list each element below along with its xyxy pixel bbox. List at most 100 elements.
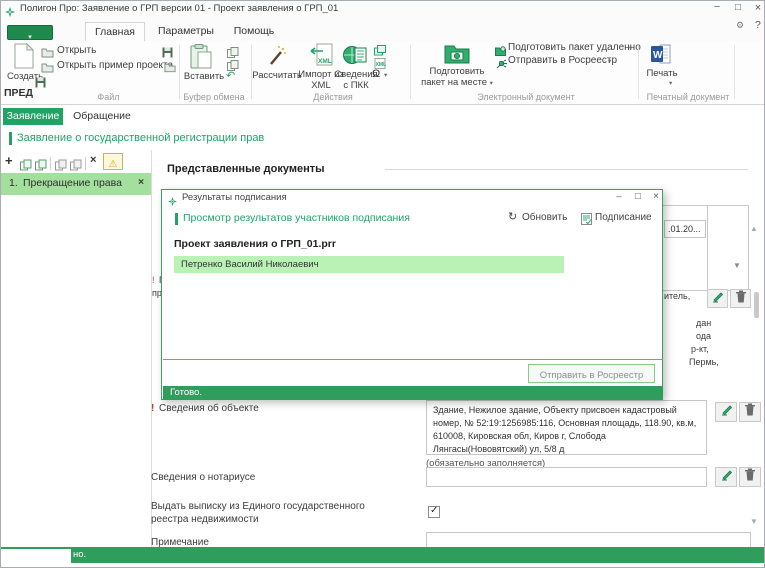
- ribbon: Создать ПРЕД Открыть Открыть пример прое…: [1, 41, 765, 105]
- form-scroll-down-icon[interactable]: ▼: [750, 518, 758, 526]
- app-menu-button[interactable]: ▾: [7, 25, 53, 40]
- ribbon-tab-params[interactable]: Параметры: [153, 22, 219, 41]
- notary-clear-button[interactable]: [739, 467, 761, 487]
- participant-name: Петренко Василий Николаевич: [181, 259, 319, 270]
- omega-button[interactable]: Ω ▾: [370, 68, 394, 82]
- maximize-button[interactable]: □: [730, 2, 746, 13]
- prepare-package-remote-label: Подготовить пакет удаленно: [508, 42, 641, 53]
- refresh-icon: ↻: [508, 210, 517, 223]
- group-separator: [734, 45, 735, 99]
- group-separator: [410, 45, 411, 99]
- send-rosreestr-button[interactable]: Отправить в Росреестр ▾: [495, 55, 641, 67]
- form-header-divider: [385, 169, 748, 170]
- table-cell-date[interactable]: .01.20...: [664, 220, 706, 238]
- window-title: Полигон Про: Заявление о ГРП версии 01 -…: [20, 3, 338, 14]
- clipped-text-fragment: Пермь,: [689, 357, 719, 367]
- send-rosreestr-label: Отправить в Росреестр: [508, 55, 617, 66]
- svg-text:W: W: [653, 50, 663, 61]
- prepare-package-remote-button[interactable]: Подготовить пакет удаленно ▾: [495, 42, 641, 54]
- dialog-send-rosreestr-button[interactable]: Отправить в Росреестр: [528, 364, 655, 383]
- dialog-heading: Просмотр результатов участников подписан…: [183, 212, 410, 224]
- dialog-close-button[interactable]: ×: [649, 191, 663, 202]
- close-button[interactable]: ×: [750, 2, 765, 14]
- open-example-label: Открыть пример проекта: [57, 60, 173, 71]
- group-separator: [179, 45, 180, 99]
- object-edit-button[interactable]: [715, 402, 737, 422]
- notary-field-input[interactable]: [426, 467, 707, 487]
- calculate-button-label: Рассчитать: [251, 71, 303, 82]
- minimize-button[interactable]: –: [709, 1, 725, 12]
- form-section-header: Представленные документы: [167, 163, 325, 175]
- tab-statement[interactable]: Заявление: [3, 108, 63, 125]
- globe-document-icon: [343, 44, 367, 71]
- clipboard-group-label: Буфер обмена: [181, 92, 247, 102]
- object-clear-button[interactable]: [739, 402, 761, 422]
- clipped-text-fragment: ода: [696, 331, 711, 341]
- ribbon-tab-main[interactable]: Главная: [85, 22, 145, 41]
- extract-checkbox[interactable]: ✓: [428, 506, 440, 518]
- trash-icon: [735, 290, 747, 308]
- trash-icon: [744, 403, 756, 421]
- participant-row[interactable]: Петренко Василий Николаевич: [174, 256, 564, 273]
- file-group-label: Файл: [41, 92, 176, 102]
- open-example-icon2[interactable]: [164, 60, 176, 78]
- required-mark: !: [151, 403, 154, 414]
- open-button[interactable]: Открыть: [39, 45, 179, 57]
- dialog-minimize-button[interactable]: –: [612, 191, 626, 202]
- tree-item-number: 1.: [9, 177, 18, 189]
- delete-item-icon[interactable]: ×: [90, 154, 96, 166]
- table-scroll-down-icon[interactable]: ▼: [733, 262, 741, 270]
- notary-edit-button[interactable]: [715, 467, 737, 487]
- chevron-down-icon: ▾: [669, 79, 672, 87]
- tree-item-selected[interactable]: 1. Прекращение права ×: [1, 173, 151, 195]
- object-field-input[interactable]: Здание, Нежилое здание, Объекту присвоен…: [426, 400, 707, 455]
- help-icon[interactable]: ?: [755, 19, 761, 31]
- actions-group-label: Действия: [259, 92, 407, 102]
- clear-field-button[interactable]: [730, 289, 751, 308]
- dialog-footer-divider: [163, 359, 663, 360]
- warnings-toggle-button[interactable]: ⚠: [103, 153, 123, 170]
- prepare-package-local-text: Подготовить пакет на месте: [421, 66, 487, 88]
- new-document-icon: [14, 43, 34, 74]
- dialog-heading-bar: [175, 213, 178, 225]
- edit-field-button[interactable]: [707, 289, 728, 308]
- plug-icon: [496, 56, 507, 74]
- status-bar: [1, 547, 765, 563]
- tree-item-label: Прекращение права: [23, 177, 122, 189]
- status-bar-text: но.: [73, 549, 86, 560]
- xml-import-icon: XML: [309, 43, 333, 72]
- open-example-button[interactable]: Открыть пример проекта: [39, 60, 179, 72]
- ribbon-tab-help[interactable]: Помощь: [227, 22, 281, 41]
- clipped-text-fragment: итель,: [664, 291, 690, 301]
- table-cell-date-text: .01.20...: [668, 224, 701, 234]
- table-border: [707, 205, 708, 291]
- prepare-package-local-label: Подготовить пакет на месте ▾: [421, 67, 493, 89]
- scrollbar-thumb[interactable]: [754, 292, 759, 318]
- dialog-title: Результаты подписания: [182, 192, 287, 203]
- undo-icon[interactable]: ↶: [226, 69, 235, 82]
- project-file-name: Проект заявления о ГРП_01.prr: [174, 238, 336, 250]
- signing-button-label: Подписание: [595, 212, 652, 223]
- form-scroll-up-icon[interactable]: ▲: [750, 225, 758, 233]
- magic-wand-icon: [267, 44, 287, 73]
- dialog-status-text: Готово.: [170, 387, 202, 398]
- refresh-button[interactable]: ↻ Обновить: [508, 210, 578, 226]
- save-as-icon[interactable]: [35, 75, 46, 93]
- tree-item-close-icon[interactable]: ×: [138, 176, 144, 188]
- dialog-maximize-button[interactable]: □: [631, 191, 645, 202]
- signing-button[interactable]: Подписание: [581, 210, 655, 226]
- object-field-value: Здание, Нежилое здание, Объекту присвоен…: [427, 401, 706, 459]
- gear-icon[interactable]: ⚙: [736, 20, 744, 31]
- notary-field-value: [427, 468, 706, 474]
- object-field-label: Сведения об объекте: [159, 403, 259, 414]
- dialog-status-bar: Готово.: [163, 386, 663, 400]
- pencil-icon: [720, 468, 733, 486]
- panel-divider: [151, 150, 152, 547]
- title-bar: Полигон Про: Заявление о ГРП версии 01 -…: [1, 1, 765, 17]
- clipped-text-fragment: дан: [696, 318, 711, 328]
- warning-icon: ⚠: [109, 159, 118, 170]
- add-item-icon[interactable]: +: [5, 153, 13, 168]
- pred-label: ПРЕД: [4, 87, 33, 99]
- tab-appeal[interactable]: Обращение: [69, 108, 135, 125]
- trash-icon: [744, 468, 756, 486]
